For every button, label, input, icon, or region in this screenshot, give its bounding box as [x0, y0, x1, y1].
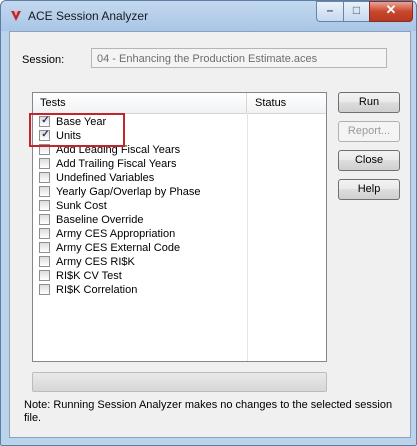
test-checkbox[interactable]: ✓ — [39, 115, 50, 127]
close-icon: ✕ — [385, 2, 397, 17]
tests-rows: ✓ Base Year ✓ Units Add Leading Fiscal Years… — [29, 113, 247, 297]
test-row[interactable]: Army CES External Code — [33, 241, 247, 255]
test-row[interactable]: RI$K CV Test — [33, 269, 247, 283]
test-row[interactable]: Army CES RI$K — [33, 255, 247, 269]
test-checkbox[interactable] — [39, 158, 50, 169]
test-row[interactable]: Undefined Variables — [33, 171, 247, 185]
test-checkbox[interactable] — [39, 228, 50, 239]
test-label: Army CES Appropriation — [56, 228, 176, 240]
test-label: Undefined Variables — [56, 172, 155, 184]
maximize-button[interactable]: □ — [343, 1, 370, 22]
report-button[interactable]: Report... — [338, 121, 400, 142]
test-row[interactable]: Baseline Override — [33, 213, 247, 227]
checkmark-icon: ✓ — [41, 115, 50, 126]
test-row[interactable]: ✓ Base Year — [33, 115, 247, 129]
session-label: Session: — [22, 54, 65, 66]
test-checkbox[interactable] — [39, 200, 50, 211]
test-label: Army CES External Code — [56, 242, 181, 254]
test-row[interactable]: Add Leading Fiscal Years — [33, 143, 247, 157]
test-label: Yearly Gap/Overlap by Phase — [56, 186, 201, 198]
test-label: Add Trailing Fiscal Years — [56, 158, 177, 170]
window-close-button[interactable]: ✕ — [369, 1, 413, 22]
column-header-status[interactable]: Status — [248, 93, 326, 113]
test-label: Army CES RI$K — [56, 256, 135, 268]
title-bar[interactable]: ACE Session Analyzer – □ ✕ — [1, 1, 416, 31]
app-icon — [11, 11, 21, 21]
test-row[interactable]: Add Trailing Fiscal Years — [33, 157, 247, 171]
test-checkbox[interactable] — [39, 172, 50, 183]
test-row[interactable]: Army CES Appropriation — [33, 227, 247, 241]
note-text: Note: Running Session Analyzer makes no … — [24, 399, 393, 424]
test-checkbox[interactable]: ✓ — [39, 129, 50, 141]
test-row[interactable]: Yearly Gap/Overlap by Phase — [33, 185, 247, 199]
close-button[interactable]: Close — [338, 150, 400, 171]
test-checkbox[interactable] — [39, 242, 50, 253]
window-title: ACE Session Analyzer — [28, 9, 149, 23]
test-label: RI$K Correlation — [56, 284, 138, 296]
session-file-field[interactable]: 04 - Enhancing the Production Estimate.a… — [91, 48, 387, 68]
column-header-tests[interactable]: Tests — [33, 93, 247, 113]
column-divider — [247, 113, 248, 361]
test-checkbox[interactable] — [39, 256, 50, 267]
test-label: RI$K CV Test — [56, 270, 122, 282]
test-checkbox[interactable] — [39, 214, 50, 225]
session-analyzer-window: ACE Session Analyzer – □ ✕ Session: 04 -… — [0, 0, 417, 446]
dialog-client-area: Session: 04 - Enhancing the Production E… — [9, 31, 411, 438]
minimize-icon: – — [326, 3, 334, 17]
test-row[interactable]: RI$K Correlation — [33, 283, 247, 297]
progress-bar — [32, 372, 327, 392]
tests-list-header: Tests Status — [33, 93, 326, 114]
test-row[interactable]: ✓ Units — [33, 129, 247, 143]
run-button[interactable]: Run — [338, 92, 400, 113]
tests-list[interactable]: Tests Status ✓ Base Year ✓ Units Add Leading… — [29, 92, 327, 362]
test-label: Add Leading Fiscal Years — [56, 144, 181, 156]
test-checkbox[interactable] — [39, 186, 50, 197]
test-label: Units — [56, 130, 82, 142]
test-checkbox[interactable] — [39, 144, 50, 155]
checkmark-icon: ✓ — [41, 129, 50, 140]
test-label: Baseline Override — [56, 214, 144, 226]
maximize-icon: □ — [352, 3, 361, 17]
help-button[interactable]: Help — [338, 179, 400, 200]
test-row[interactable]: Sunk Cost — [33, 199, 247, 213]
test-checkbox[interactable] — [39, 270, 50, 281]
test-checkbox[interactable] — [39, 284, 50, 295]
minimize-button[interactable]: – — [316, 1, 344, 22]
test-label: Base Year — [56, 116, 107, 128]
test-label: Sunk Cost — [56, 200, 107, 212]
